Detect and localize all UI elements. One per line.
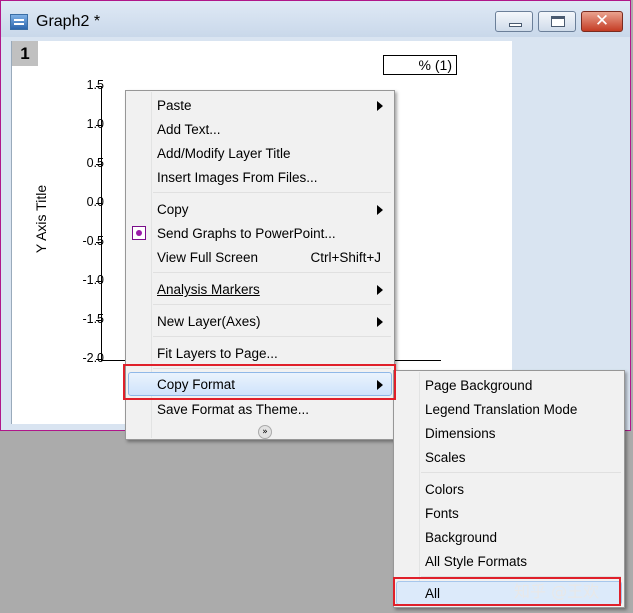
- menu-item-label: Add Text...: [157, 122, 221, 137]
- menu-item-label: Analysis Markers: [157, 282, 260, 297]
- maximize-button[interactable]: [538, 11, 576, 32]
- menu-item-label: Fit Layers to Page...: [157, 346, 278, 361]
- window-title: Graph2 *: [36, 13, 101, 30]
- menu-separator: [153, 272, 391, 273]
- menu-separator: [421, 472, 621, 473]
- copy-format-submenu: Page Background Legend Translation Mode …: [393, 370, 625, 608]
- highlight-copy-format: [123, 364, 396, 400]
- menu-item-shortcut: Ctrl+Shift+J: [310, 250, 381, 265]
- y-tick-label: 1.0: [86, 117, 104, 131]
- y-tick: [96, 320, 101, 321]
- expand-menu-chevron-icon[interactable]: »: [258, 425, 272, 439]
- menu-item-label: Scales: [425, 450, 466, 465]
- minimize-icon: [509, 23, 522, 27]
- menu-item-new-layer[interactable]: New Layer(Axes): [128, 309, 392, 333]
- menu-item-save-format-as-theme[interactable]: Save Format as Theme...: [128, 397, 392, 421]
- submenu-arrow-icon: [377, 317, 383, 327]
- y-tick: [96, 164, 101, 165]
- menu-item-label: Legend Translation Mode: [425, 402, 578, 417]
- y-axis-line[interactable]: [101, 86, 102, 361]
- y-tick-label: 0.5: [86, 156, 104, 170]
- submenu-item-fonts[interactable]: Fonts: [396, 501, 622, 525]
- menu-item-view-full-screen[interactable]: View Full Screen Ctrl+Shift+J: [128, 245, 392, 269]
- graph-window-icon[interactable]: [10, 14, 28, 30]
- menu-item-label: Insert Images From Files...: [157, 170, 318, 185]
- submenu-item-scales[interactable]: Scales: [396, 445, 622, 469]
- menu-item-add-layer-title[interactable]: Add/Modify Layer Title: [128, 141, 392, 165]
- menu-item-label: Save Format as Theme...: [157, 402, 310, 417]
- menu-item-copy[interactable]: Copy: [128, 197, 392, 221]
- y-tick-label: -1.5: [82, 312, 104, 326]
- menu-item-label: Colors: [425, 482, 465, 497]
- y-tick: [96, 242, 101, 243]
- menu-item-label: All Style Formats: [425, 554, 528, 569]
- menu-item-add-text[interactable]: Add Text...: [128, 117, 392, 141]
- submenu-item-dimensions[interactable]: Dimensions: [396, 421, 622, 445]
- menu-separator: [153, 192, 391, 193]
- y-tick: [96, 125, 101, 126]
- menu-separator: [153, 336, 391, 337]
- submenu-arrow-icon: [377, 285, 383, 295]
- menu-item-label: Background: [425, 530, 498, 545]
- legend[interactable]: % (1): [383, 55, 457, 75]
- submenu-item-colors[interactable]: Colors: [396, 477, 622, 501]
- submenu-arrow-icon: [377, 205, 383, 215]
- submenu-item-background[interactable]: Background: [396, 525, 622, 549]
- powerpoint-icon: [132, 226, 146, 240]
- maximize-icon: [551, 16, 565, 27]
- submenu-item-page-background[interactable]: Page Background: [396, 373, 622, 397]
- menu-item-analysis-markers[interactable]: Analysis Markers: [128, 277, 392, 301]
- layer-number-badge[interactable]: 1: [12, 41, 38, 66]
- y-tick-label: 0.0: [86, 195, 104, 209]
- menu-item-label: Paste: [157, 98, 192, 113]
- menu-item-fit-layers[interactable]: Fit Layers to Page...: [128, 341, 392, 365]
- y-tick-label: -1.0: [82, 273, 104, 287]
- y-tick-label: 1.5: [86, 78, 104, 92]
- menu-item-label: View Full Screen: [157, 250, 259, 265]
- close-button[interactable]: ✕: [581, 11, 623, 32]
- menu-item-label: Fonts: [425, 506, 459, 521]
- y-tick: [96, 203, 101, 204]
- menu-item-label: Copy: [157, 202, 189, 217]
- y-tick: [96, 281, 101, 282]
- title-bar[interactable]: Graph2 * ✕: [1, 1, 630, 37]
- menu-item-label: New Layer(Axes): [157, 314, 261, 329]
- submenu-arrow-icon: [377, 101, 383, 111]
- menu-item-label: Dimensions: [425, 426, 496, 441]
- menu-item-send-to-powerpoint[interactable]: Send Graphs to PowerPoint...: [128, 221, 392, 245]
- y-tick-label: -2.0: [82, 351, 104, 365]
- menu-item-label: Send Graphs to PowerPoint...: [157, 226, 336, 241]
- y-tick: [96, 86, 101, 87]
- menu-separator: [153, 304, 391, 305]
- submenu-item-all-style-formats[interactable]: All Style Formats: [396, 549, 622, 573]
- menu-item-paste[interactable]: Paste: [128, 93, 392, 117]
- menu-item-label: Add/Modify Layer Title: [157, 146, 291, 161]
- y-axis-title[interactable]: Y Axis Title: [33, 159, 49, 279]
- menu-item-insert-images[interactable]: Insert Images From Files...: [128, 165, 392, 189]
- close-icon: ✕: [594, 11, 610, 31]
- menu-item-label: Page Background: [425, 378, 533, 393]
- watermark: 知乎 @王欢: [514, 582, 600, 601]
- submenu-item-legend-translation-mode[interactable]: Legend Translation Mode: [396, 397, 622, 421]
- minimize-button[interactable]: [495, 11, 533, 32]
- y-tick-label: -0.5: [82, 234, 104, 248]
